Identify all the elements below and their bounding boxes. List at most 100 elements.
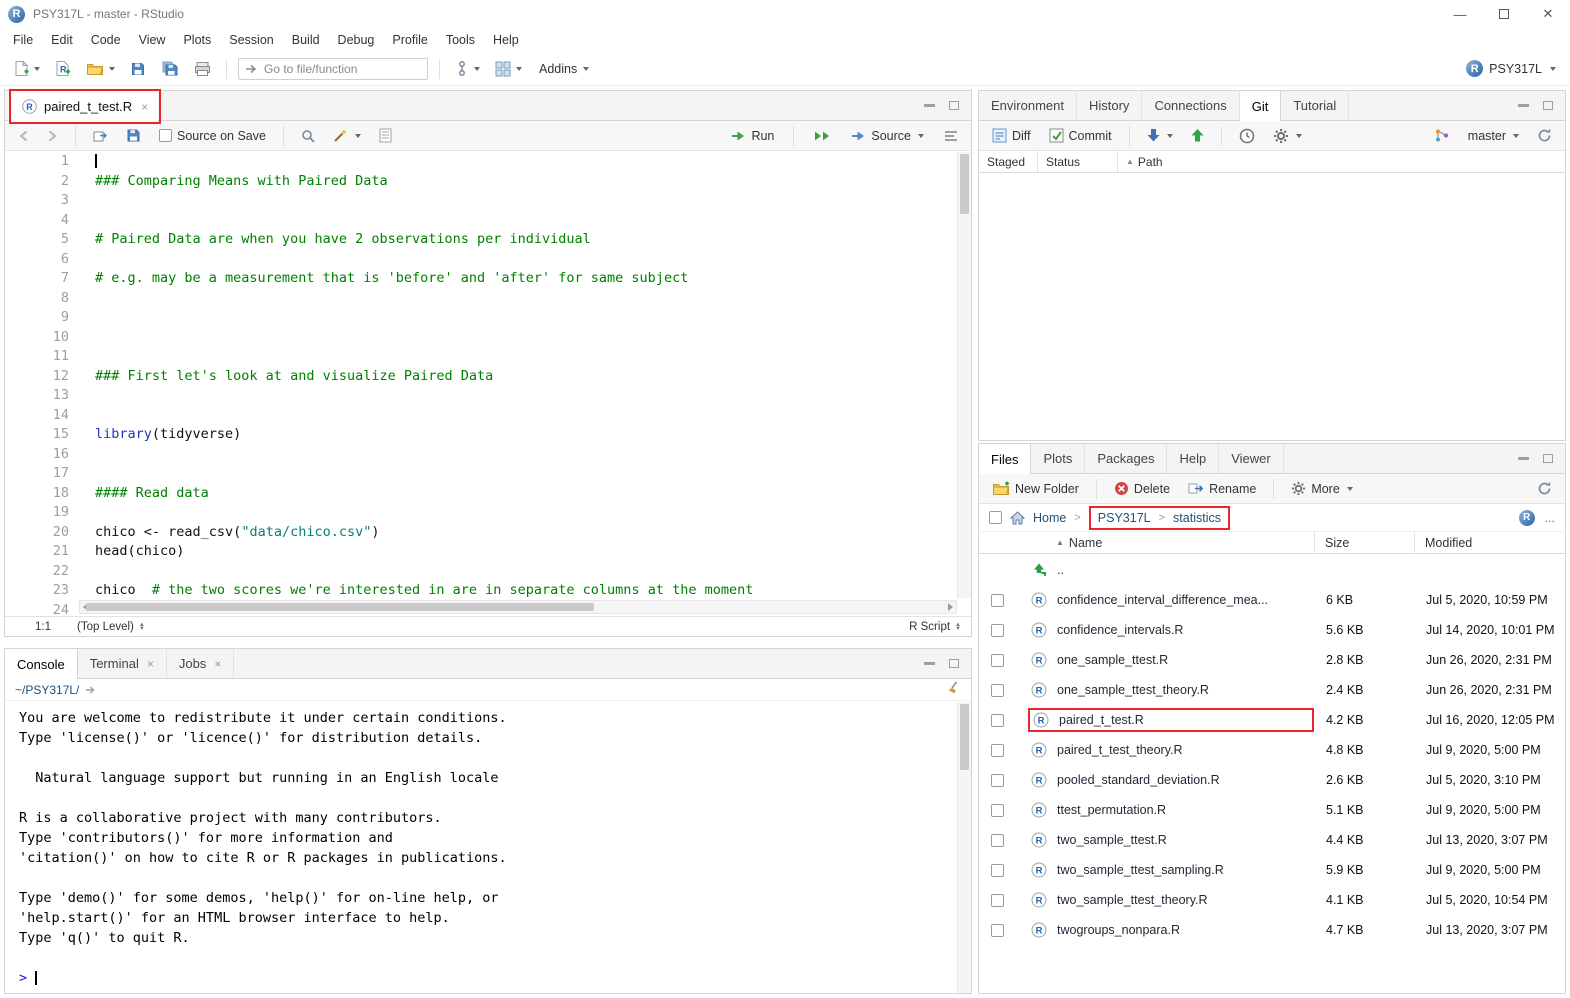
document-outline-button[interactable] [939,128,963,144]
clear-console-button[interactable] [946,681,961,699]
save-source-button[interactable] [121,126,146,145]
print-button[interactable] [190,58,215,80]
editor-vertical-scrollbar[interactable] [957,152,971,598]
breadcrumb-psy317l[interactable]: PSY317L [1098,511,1151,525]
tab-terminal[interactable]: Terminal× [78,649,167,678]
forward-button[interactable] [42,128,63,144]
scope-selector[interactable]: (Top Level) ▲▼ [77,621,145,633]
rerun-button[interactable] [808,128,836,144]
menu-item-help[interactable]: Help [484,30,528,50]
file-checkbox[interactable] [991,894,1004,907]
pull-button[interactable] [1142,126,1178,145]
maximize-pane-icon[interactable] [949,659,959,668]
breadcrumb-overflow-button[interactable]: ... [1545,511,1555,525]
save-all-button[interactable] [157,57,183,80]
column-size[interactable]: Size [1314,532,1414,553]
more-button[interactable]: More [1286,479,1357,498]
column-status[interactable]: Status [1037,151,1117,172]
file-checkbox[interactable] [991,714,1004,727]
menu-item-edit[interactable]: Edit [42,30,82,50]
tab-connections[interactable]: Connections [1142,91,1239,120]
branch-viewer-button[interactable] [1429,126,1455,145]
tab-help[interactable]: Help [1167,444,1219,473]
file-checkbox[interactable] [991,654,1004,667]
back-button[interactable] [13,128,34,144]
menu-item-code[interactable]: Code [82,30,130,50]
file-row[interactable]: Rtwo_sample_ttest_theory.R4.1 KBJul 5, 2… [979,885,1565,915]
minimize-pane-icon[interactable] [924,662,935,665]
file-row[interactable]: Rtwo_sample_ttest_sampling.R5.9 KBJul 9,… [979,855,1565,885]
menu-item-plots[interactable]: Plots [174,30,220,50]
file-row-up-directory[interactable]: .. [979,555,1565,585]
breadcrumb-home[interactable]: Home [1033,511,1066,525]
tab-viewer[interactable]: Viewer [1219,444,1284,473]
close-icon[interactable]: × [214,657,221,671]
menu-item-session[interactable]: Session [220,30,282,50]
file-row[interactable]: Rtwo_sample_ttest.R4.4 KBJul 13, 2020, 3… [979,825,1565,855]
select-all-checkbox[interactable] [989,511,1002,524]
file-row[interactable]: Rone_sample_ttest.R2.8 KBJun 26, 2020, 2… [979,645,1565,675]
commit-button[interactable]: Commit [1044,126,1117,145]
home-icon[interactable] [1010,511,1025,525]
code-editor[interactable]: 12### Comparing Means with Paired Data34… [5,152,957,614]
breadcrumb-statistics[interactable]: statistics [1173,511,1221,525]
file-row[interactable]: Rconfidence_interval_difference_mea...6 … [979,585,1565,615]
file-type-selector[interactable]: R Script ▲▼ [909,621,961,633]
maximize-pane-icon[interactable] [1543,454,1553,463]
close-icon[interactable]: × [141,100,148,114]
column-staged[interactable]: Staged [979,151,1037,172]
tab-console[interactable]: Console [5,649,78,679]
file-checkbox[interactable] [991,924,1004,937]
minimize-pane-icon[interactable] [1518,104,1529,107]
run-button[interactable]: Run [726,127,779,145]
scrollbar-thumb[interactable] [960,154,969,214]
file-checkbox[interactable] [991,684,1004,697]
goto-file-function-input[interactable] [264,62,414,76]
find-replace-button[interactable] [296,127,320,145]
goto-file-function-box[interactable] [238,58,428,80]
file-checkbox[interactable] [991,594,1004,607]
history-button[interactable] [1234,126,1260,146]
branch-selector[interactable]: master [1463,127,1524,145]
editor-tab-paired-t-test[interactable]: R paired_t_test.R × [12,92,158,121]
minimize-pane-icon[interactable] [924,104,935,107]
editor-horizontal-scrollbar[interactable] [79,600,957,614]
menu-item-view[interactable]: View [130,30,175,50]
git-refresh-button[interactable] [1532,126,1557,145]
close-icon[interactable]: × [147,657,154,671]
file-checkbox[interactable] [991,624,1004,637]
menu-item-build[interactable]: Build [283,30,329,50]
tab-history[interactable]: History [1077,91,1142,120]
menu-item-debug[interactable]: Debug [329,30,384,50]
minimize-pane-icon[interactable] [1518,457,1529,460]
file-row[interactable]: Rttest_permutation.R5.1 KBJul 9, 2020, 5… [979,795,1565,825]
file-checkbox[interactable] [991,864,1004,877]
menu-item-profile[interactable]: Profile [383,30,436,50]
file-checkbox[interactable] [991,834,1004,847]
tab-git[interactable]: Git [1240,91,1282,121]
save-button[interactable] [126,58,150,80]
source-on-save-toggle[interactable]: Source on Save [154,127,271,145]
maximize-pane-icon[interactable] [1543,101,1553,110]
menu-item-file[interactable]: File [4,30,42,50]
new-folder-button[interactable]: New Folder [987,479,1084,498]
tab-environment[interactable]: Environment [979,91,1077,120]
git-more-button[interactable] [1268,126,1307,146]
delete-button[interactable]: Delete [1109,479,1175,498]
addins-button[interactable]: Addins [533,59,595,79]
file-row[interactable]: Rpaired_t_test_theory.R4.8 KBJul 9, 2020… [979,735,1565,765]
tab-packages[interactable]: Packages [1085,444,1167,473]
file-row[interactable]: Rpooled_standard_deviation.R2.6 KBJul 5,… [979,765,1565,795]
open-file-button[interactable] [82,58,119,79]
maximize-pane-icon[interactable] [949,101,959,110]
rename-button[interactable]: Rename [1183,480,1261,498]
show-in-new-window-button[interactable] [88,127,113,144]
scrollbar-thumb[interactable] [86,603,594,611]
maximize-window-button[interactable] [1482,0,1526,28]
file-row[interactable]: Rtwogroups_nonpara.R4.7 KBJul 13, 2020, … [979,915,1565,945]
file-checkbox[interactable] [991,744,1004,757]
project-selector[interactable]: R PSY317L [1466,60,1560,77]
tab-jobs[interactable]: Jobs× [167,649,234,678]
files-refresh-button[interactable] [1532,479,1557,498]
diff-button[interactable]: Diff [987,126,1036,145]
